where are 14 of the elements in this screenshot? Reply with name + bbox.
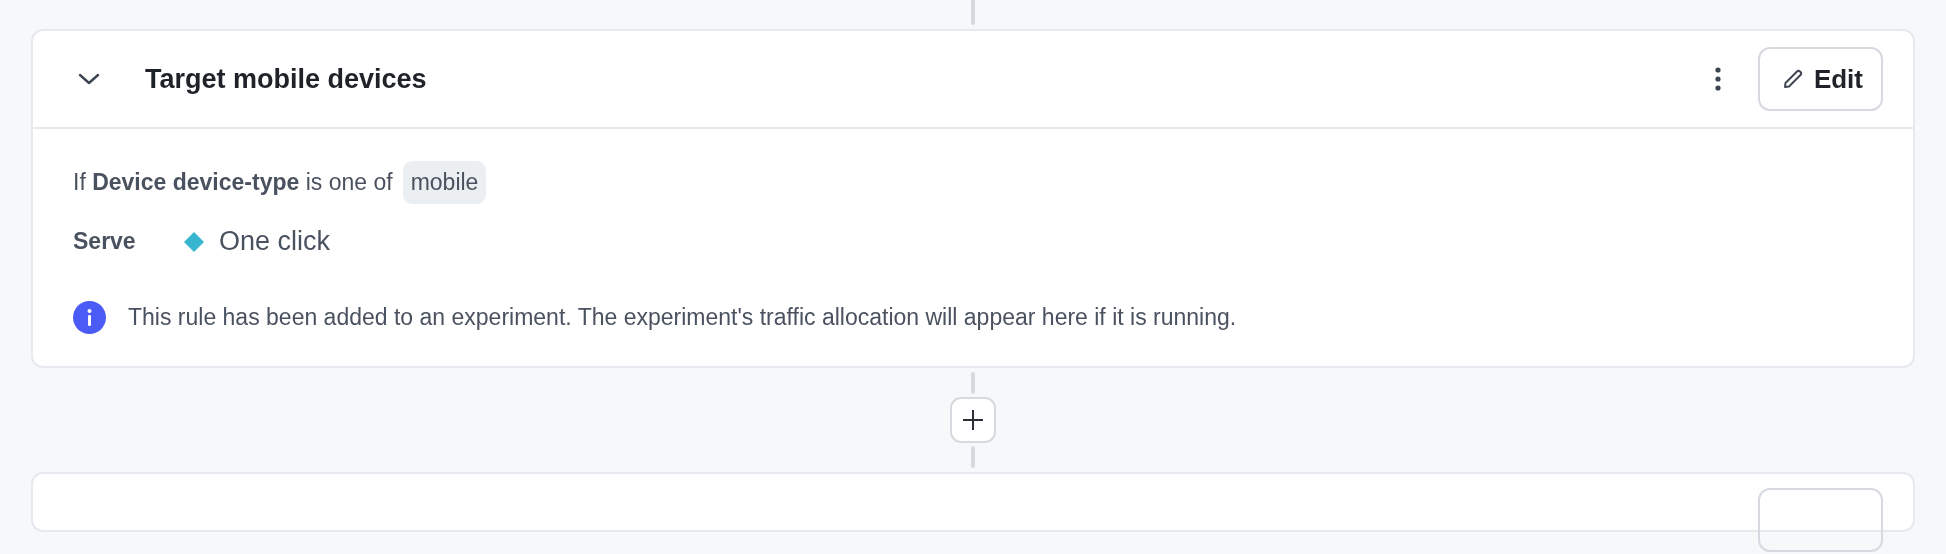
pencil-icon bbox=[1781, 68, 1804, 90]
info-icon bbox=[73, 301, 106, 334]
value-chip: mobile bbox=[402, 161, 487, 204]
variation-name: One click bbox=[219, 226, 331, 257]
plus-icon bbox=[962, 409, 984, 431]
add-rule-button[interactable] bbox=[950, 397, 996, 443]
edit-button[interactable]: Edit bbox=[1757, 47, 1883, 111]
chevron-down-icon bbox=[78, 73, 100, 85]
condition-text: If Device device-type is one of bbox=[73, 169, 393, 196]
info-message: This rule has been added to an experiment. The experiment's traffic allocation will appear here if it is running. bbox=[128, 304, 1237, 331]
more-options-icon bbox=[1713, 67, 1722, 91]
serve-label: Serve bbox=[73, 228, 137, 255]
more-options-button[interactable] bbox=[1713, 67, 1722, 91]
rule-title: Target mobile devices bbox=[145, 63, 427, 95]
